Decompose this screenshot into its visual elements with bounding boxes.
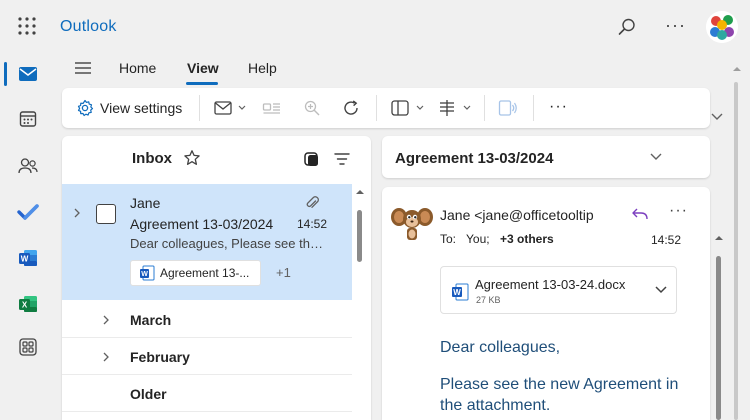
filter-icon[interactable] [333,150,351,168]
density-icon[interactable] [438,99,474,117]
people-icon[interactable] [12,150,44,182]
immersive-reader-icon[interactable] [498,99,518,117]
message-time: 14:52 [297,217,328,231]
hamburger-menu-icon[interactable] [74,59,92,77]
calendar-icon[interactable] [12,103,44,135]
scroll-up-arrow-icon[interactable] [714,234,724,242]
star-icon[interactable] [183,149,201,167]
attachment-chip-label: Agreement 13-... [160,266,250,280]
group-header-older[interactable]: Older [62,375,352,412]
avatar[interactable] [706,11,738,43]
to-recipient-you[interactable]: You; [466,232,490,246]
sync-icon[interactable] [342,99,360,117]
chevron-down-icon[interactable] [654,285,668,295]
settings-gear-icon [76,99,94,117]
group-header-march[interactable]: March [62,301,352,338]
reading-scrollbar-thumb[interactable] [716,256,721,420]
attachment-name: Agreement 13-03-24.docx [475,277,626,292]
word-doc-icon: W [140,265,155,281]
todo-icon[interactable] [12,196,44,228]
message-checkbox[interactable] [96,204,116,224]
message-preview: Dear colleagues, Please see the new Agre… [130,236,325,251]
tab-home[interactable]: Home [119,60,156,76]
selection-mode-icon[interactable] [302,150,320,168]
more-apps-icon[interactable] [12,331,44,363]
layout-icon[interactable] [391,99,427,117]
reading-subject: Agreement 13-03/2024 [395,150,554,167]
to-label: To: [440,232,457,246]
rail-selected-indicator [4,62,7,86]
chevron-down-icon[interactable] [649,152,663,162]
message-body-greeting: Dear colleagues, [440,339,561,356]
more-icon[interactable]: ··· [665,15,686,36]
toolbar-divider [533,95,534,121]
attachment-size: 27 KB [476,295,501,305]
sender-avatar[interactable] [390,204,434,244]
chevron-right-icon[interactable] [72,207,82,219]
mark-read-icon[interactable] [214,99,248,117]
group-label: February [130,349,190,365]
more-attachments-count[interactable]: +1 [276,265,291,280]
app-title[interactable]: Outlook [60,18,117,36]
svg-text:W: W [141,271,148,278]
word-icon[interactable]: W [12,242,44,274]
message-subject: Agreement 13-03/2024 [130,216,274,232]
scroll-up-arrow-icon[interactable] [732,65,742,73]
svg-text:X: X [22,301,28,310]
group-header-february[interactable]: February [62,338,352,375]
mail-icon[interactable] [12,58,44,90]
message-body-text: Please see the new Agreement in the atta… [440,376,679,414]
to-recipients-others[interactable]: +3 others [500,232,554,246]
toolbar-divider [376,95,377,121]
attachment-icon [305,195,319,211]
chevron-right-icon [101,314,111,326]
scroll-up-arrow-icon[interactable] [355,188,365,196]
toolbar-divider [484,95,485,121]
tab-view[interactable]: View [187,60,219,76]
toolbar-divider [199,95,200,121]
chevron-right-icon [101,351,111,363]
view-settings-button[interactable]: View settings [76,97,182,119]
list-scrollbar-thumb[interactable] [357,210,362,262]
attachment-chip[interactable]: W Agreement 13-... [130,260,261,286]
page-scrollbar-thumb[interactable] [734,82,738,420]
excel-icon[interactable]: X [12,288,44,320]
reply-icon[interactable] [631,206,649,222]
toolbar-more-icon[interactable]: ··· [549,98,568,116]
group-label: March [130,312,172,328]
message-time: 14:52 [651,233,682,247]
group-label: Older [130,386,167,402]
app-launcher-icon[interactable] [17,16,37,36]
ribbon-collapse-chevron-icon[interactable] [710,112,724,122]
svg-text:W: W [21,255,29,264]
zoom-icon[interactable] [303,99,321,117]
search-icon[interactable] [617,17,637,37]
message-from[interactable]: Jane <jane@officetooltip [440,207,622,223]
reading-layout-icon[interactable] [262,99,282,117]
folder-title: Inbox [132,150,172,167]
tab-help[interactable]: Help [248,60,277,76]
message-sender: Jane [130,195,161,211]
svg-text:W: W [453,288,461,297]
tab-selected-indicator [186,82,218,85]
word-doc-icon: W [451,283,469,301]
view-settings-label: View settings [100,100,183,116]
message-more-icon[interactable]: ··· [669,202,688,220]
